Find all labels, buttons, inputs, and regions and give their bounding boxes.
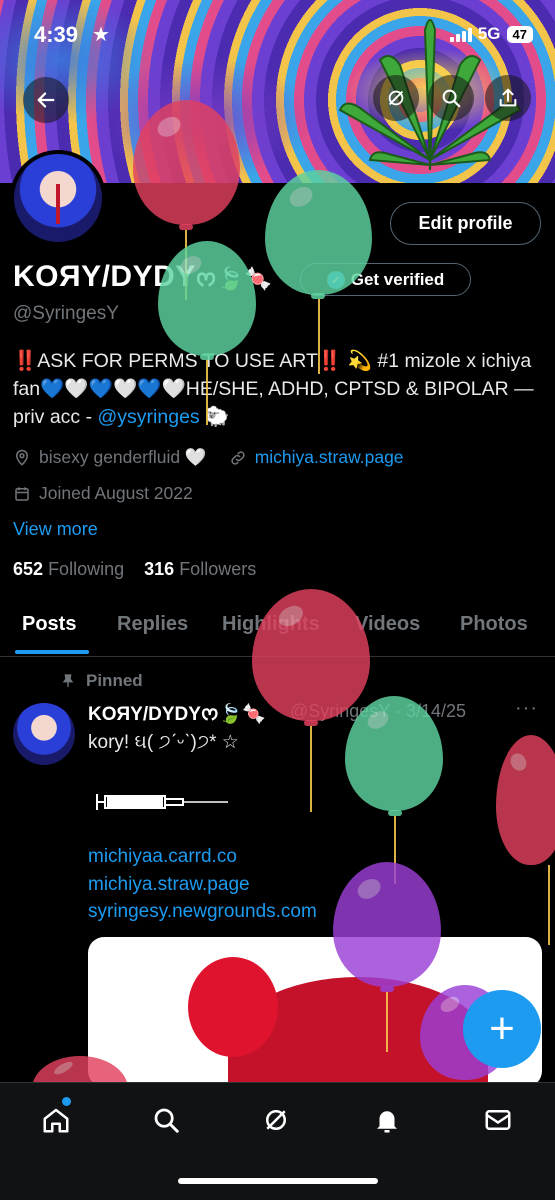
view-more-link[interactable]: View more	[13, 519, 98, 540]
post-link-3[interactable]: syringesy.newgrounds.com	[88, 901, 317, 923]
profile-joined-date: Joined August 2022	[39, 483, 193, 503]
nav-search[interactable]	[149, 1103, 183, 1137]
following-count: 652	[13, 559, 44, 579]
balloon-string	[318, 299, 320, 374]
grok-icon	[266, 1110, 286, 1130]
tab-posts[interactable]: Posts	[22, 613, 76, 636]
get-verified-label: Get verified	[350, 269, 445, 289]
compose-post-button[interactable]: +	[463, 990, 541, 1068]
post-text: kory! ઘ( ੭ˊᵕˋ)੭* ☆	[88, 732, 239, 753]
share-icon	[499, 88, 517, 107]
media-lips-highlight	[188, 957, 278, 1057]
tab-photos[interactable]: Photos	[460, 613, 528, 636]
star-icon: ★	[92, 24, 110, 46]
post-link-1[interactable]: michiyaa.carrd.co	[88, 846, 237, 868]
network-label: 5G	[477, 24, 501, 43]
balloon-string	[206, 360, 208, 425]
post-more-button[interactable]: ···	[515, 697, 538, 720]
active-tab-indicator	[15, 650, 89, 654]
balloon-overlay	[158, 241, 256, 356]
pinned-label: Pinned	[86, 671, 143, 690]
nav-grok[interactable]	[259, 1103, 293, 1137]
link-icon	[231, 450, 245, 465]
home-icon	[43, 1108, 69, 1133]
status-bar: 4:39 ★ 5G 47	[0, 0, 555, 70]
syringe-drawing	[96, 794, 228, 810]
nav-home[interactable]	[39, 1103, 73, 1137]
pin-icon	[62, 674, 74, 687]
profile-handle: @SyringesY	[13, 303, 119, 324]
profile-meta-joined-row: Joined August 2022	[13, 483, 193, 504]
tab-replies[interactable]: Replies	[117, 613, 188, 636]
notification-dot	[62, 1097, 71, 1106]
profile-avatar[interactable]	[10, 150, 106, 246]
grok-button[interactable]	[373, 75, 419, 121]
profile-bio: ‼️ASK FOR PERMS TO USE ART‼️ 💫 #1 mizole…	[13, 347, 543, 431]
pinned-indicator: Pinned	[60, 671, 143, 691]
back-arrow-icon	[37, 92, 55, 108]
signal-icon	[449, 26, 472, 42]
bio-text: ‼️ASK FOR PERMS TO USE ART‼️ 💫 #1 mizole…	[13, 350, 534, 428]
nav-notifications[interactable]	[370, 1103, 404, 1137]
profile-meta-location-row: bisexy genderfluid 🤍 michiya.straw.page	[13, 447, 404, 468]
search-button[interactable]	[428, 75, 474, 121]
followers-stat[interactable]: 316 Followers	[144, 559, 256, 579]
messages-icon	[485, 1110, 511, 1130]
home-indicator	[178, 1178, 378, 1184]
post-author-name[interactable]: KOЯY/DYDYᰔ🍃🍬	[88, 700, 266, 729]
following-label: Following	[48, 559, 125, 579]
balloon-overlay	[496, 735, 555, 865]
profile-website-link[interactable]: michiya.straw.page	[255, 447, 404, 468]
bio-end: 🐑	[199, 406, 230, 428]
edit-profile-button[interactable]: Edit profile	[390, 202, 541, 245]
balloon-string	[548, 865, 550, 945]
balloon-overlay	[333, 862, 441, 987]
balloon-overlay	[345, 696, 443, 811]
post-link-2[interactable]: michiya.straw.page	[88, 874, 250, 896]
balloon-overlay	[252, 589, 370, 721]
search-icon	[442, 89, 461, 108]
search-icon	[154, 1108, 179, 1133]
followers-label: Followers	[179, 559, 257, 579]
back-button[interactable]	[23, 77, 69, 123]
balloon-string	[310, 726, 312, 812]
location-pin-icon	[15, 449, 29, 466]
bio-mention-link[interactable]: @ysyringes	[98, 406, 200, 428]
following-stat[interactable]: 652 Following	[13, 559, 124, 579]
balloon-overlay	[133, 100, 240, 225]
profile-location: bisexy genderfluid 🤍	[39, 447, 207, 467]
balloon-string	[386, 992, 388, 1052]
post-author-avatar[interactable]	[13, 703, 75, 765]
status-time: 4:39	[34, 22, 79, 47]
battery-level: 47	[506, 25, 533, 43]
balloon-overlay	[265, 170, 372, 295]
nav-messages[interactable]	[481, 1103, 515, 1137]
follow-stats: 652 Following 316 Followers	[13, 559, 256, 580]
calendar-icon	[15, 486, 29, 501]
notifications-icon	[377, 1111, 397, 1133]
grok-icon	[388, 90, 404, 106]
followers-count: 316	[144, 559, 175, 579]
share-button[interactable]	[485, 75, 531, 121]
